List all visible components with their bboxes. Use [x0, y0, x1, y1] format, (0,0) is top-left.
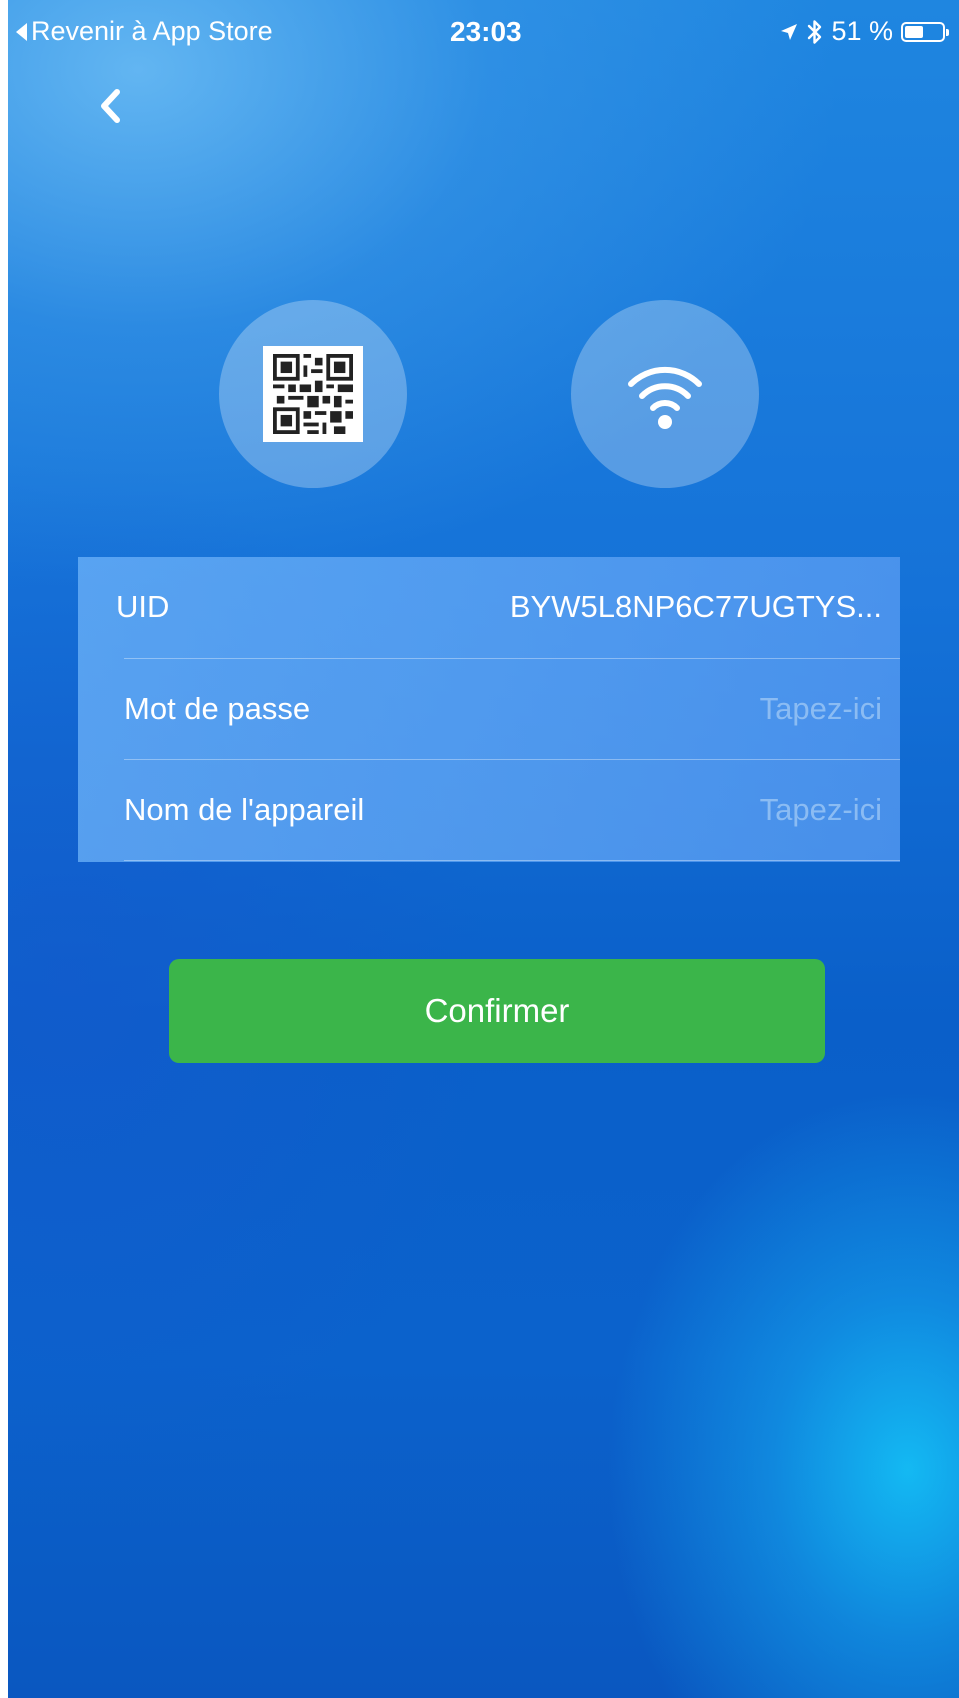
back-to-app-store-label: Revenir à App Store — [31, 16, 273, 46]
battery-fill — [905, 25, 924, 38]
battery-icon — [901, 21, 949, 42]
back-to-app-store-link[interactable]: Revenir à App Store — [16, 16, 273, 47]
screen: Revenir à App Store 23:03 51 % UID BYW5L… — [8, 0, 959, 1698]
password-label: Mot de passe — [124, 691, 311, 726]
battery-percent: 51 % — [831, 16, 893, 46]
status-indicators: 51 % — [779, 16, 949, 47]
wifi-config-button[interactable] — [571, 300, 759, 488]
status-bar: Revenir à App Store 23:03 51 % — [8, 0, 959, 62]
device-name-row: Nom de l'appareil — [78, 760, 900, 860]
chevron-left-icon — [101, 89, 120, 123]
uid-row: UID BYW5L8NP6C77UGTYS... — [78, 557, 900, 657]
uid-label: UID — [116, 589, 170, 624]
status-time: 23:03 — [450, 16, 522, 47]
password-input[interactable] — [622, 691, 882, 727]
back-triangle-icon — [16, 22, 27, 41]
password-row: Mot de passe — [78, 659, 900, 759]
divider — [124, 860, 900, 861]
device-form: UID BYW5L8NP6C77UGTYS... Mot de passe No… — [78, 557, 900, 862]
location-arrow-icon — [779, 22, 799, 42]
qr-scan-button[interactable] — [219, 300, 407, 488]
confirm-button[interactable]: Confirmer — [169, 959, 825, 1063]
back-button[interactable] — [84, 78, 140, 134]
bluetooth-icon — [807, 19, 823, 45]
qr-code-icon — [263, 346, 363, 442]
battery-nub — [946, 28, 949, 36]
device-name-input[interactable] — [622, 792, 882, 828]
uid-value: BYW5L8NP6C77UGTYS... — [509, 589, 882, 624]
wifi-icon — [628, 366, 702, 429]
device-name-label: Nom de l'appareil — [124, 792, 365, 827]
